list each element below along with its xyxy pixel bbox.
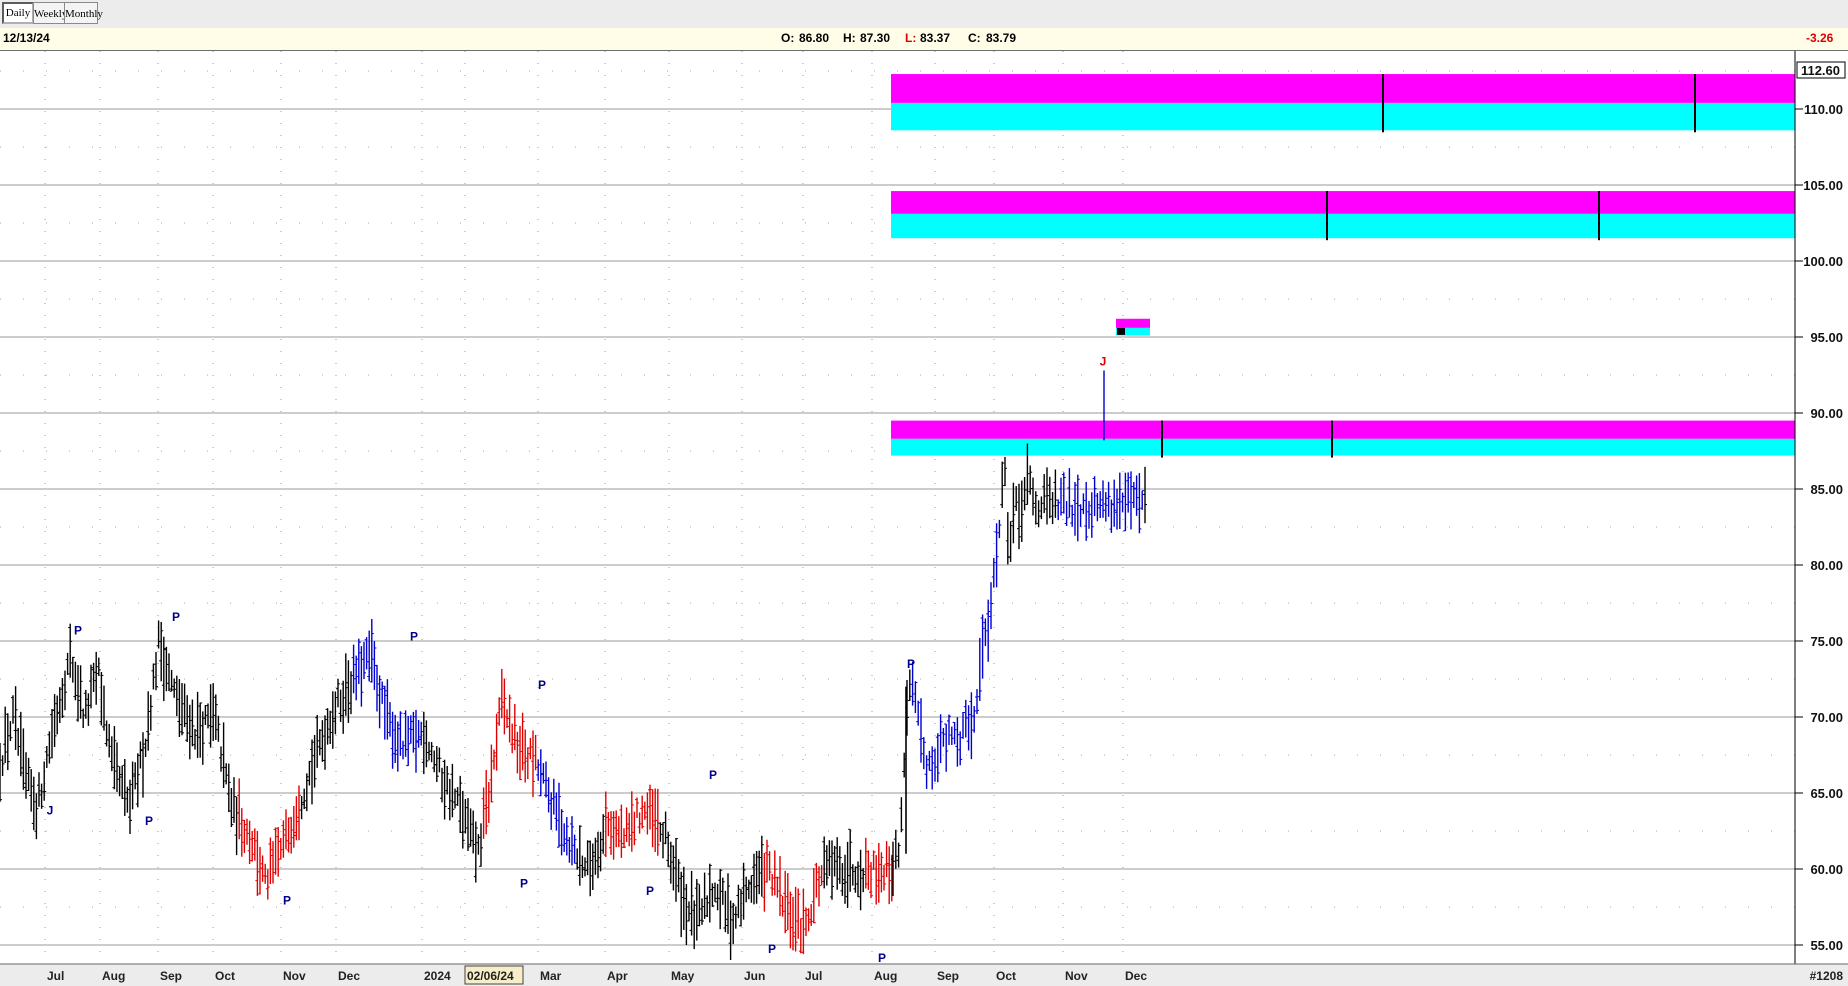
- y-tick-label: 100.00: [1803, 254, 1843, 269]
- x-tick-label: Sep: [937, 969, 959, 983]
- band-magenta: [891, 191, 1795, 214]
- y-tick-label: 60.00: [1810, 862, 1843, 877]
- pivot-label: P: [907, 657, 915, 671]
- x-tick-label: Jun: [744, 969, 765, 983]
- band-cyan: [891, 438, 1795, 456]
- price-chart[interactable]: J P P P P P P P P P P P P J 110.00 105.00 100.00 95.00 90…: [0, 0, 1848, 986]
- y-tick-label: 90.00: [1810, 406, 1843, 421]
- pivot-label: P: [538, 678, 546, 692]
- pivot-label: P: [520, 877, 528, 891]
- small-band-magenta: [1116, 318, 1150, 328]
- pivot-label: P: [646, 884, 654, 898]
- x-tick-label: Sep: [160, 969, 182, 983]
- y-tick-label: 85.00: [1810, 482, 1843, 497]
- x-tick-label: Nov: [1065, 969, 1088, 983]
- grid: [0, 51, 1795, 984]
- pivot-label: P: [410, 630, 418, 644]
- x-tick-label: Apr: [607, 969, 628, 983]
- band-cyan: [891, 213, 1795, 239]
- pivot-label: P: [74, 623, 82, 637]
- y-tick-label: 80.00: [1810, 558, 1843, 573]
- x-tick-label: Dec: [338, 969, 360, 983]
- x-tick-label: Oct: [996, 969, 1016, 983]
- pivot-label: P: [878, 951, 886, 965]
- band-magenta: [891, 420, 1795, 439]
- last-price-label: 112.60: [1801, 63, 1840, 78]
- x-tick-label: Mar: [540, 969, 562, 983]
- pivot-label: P: [768, 942, 776, 956]
- x-tick-label: Dec: [1125, 969, 1147, 983]
- x-tick-label: 02/06/24: [467, 969, 514, 983]
- y-tick-label: 75.00: [1810, 634, 1843, 649]
- x-axis: Jul Aug Sep Oct Nov Dec 2024 02/06/24 Mar Apr May J…: [0, 963, 1848, 986]
- y-tick-label: 95.00: [1810, 330, 1843, 345]
- pivot-label: J: [1100, 354, 1107, 368]
- x-tick-label: Nov: [283, 969, 306, 983]
- x-tick-label: May: [671, 969, 695, 983]
- x-axis-bar: [0, 964, 1848, 986]
- x-tick-label: Jul: [47, 969, 64, 983]
- y-axis: 110.00 105.00 100.00 95.00 90.00 85.00 80.00 75…: [1794, 51, 1846, 966]
- small-band-marker: [1117, 327, 1125, 335]
- chart-id-label: #1208: [1810, 969, 1844, 983]
- x-tick-label: Aug: [874, 969, 897, 983]
- pivot-label: P: [145, 814, 153, 828]
- x-tick-label: Oct: [215, 969, 235, 983]
- y-tick-label: 110.00: [1804, 102, 1843, 117]
- pivot-label: P: [283, 893, 291, 907]
- x-tick-label: Aug: [102, 969, 125, 983]
- band-cyan: [891, 102, 1795, 131]
- y-tick-label: 65.00: [1810, 786, 1843, 801]
- band-magenta: [891, 74, 1795, 103]
- y-tick-label: 55.00: [1810, 938, 1843, 953]
- x-tick-label: 2024: [424, 969, 451, 983]
- pivot-label: J: [47, 804, 54, 818]
- pivot-label: P: [709, 768, 717, 782]
- price-bars: [0, 370, 1147, 960]
- y-tick-label: 105.00: [1803, 178, 1843, 193]
- pivot-label: P: [172, 610, 180, 624]
- y-tick-label: 70.00: [1810, 710, 1843, 725]
- x-tick-label: Jul: [805, 969, 822, 983]
- resistance-bands: [891, 74, 1795, 458]
